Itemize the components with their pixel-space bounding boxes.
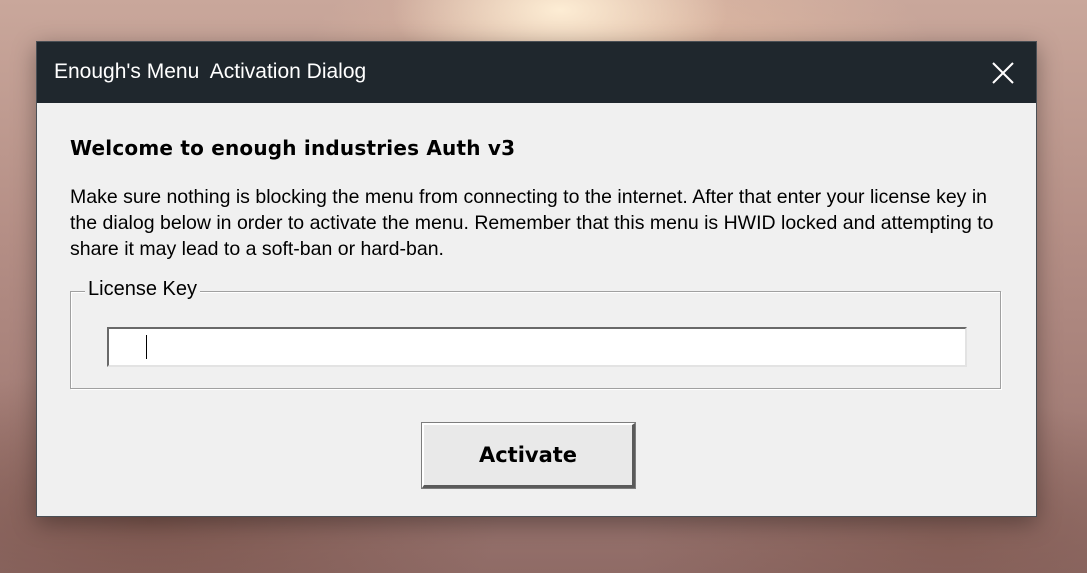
activation-dialog: Enough's Menu Activation Dialog Welcome … [36,41,1037,517]
instructions-text: Make sure nothing is blocking the menu f… [70,186,994,260]
license-key-input[interactable] [107,327,967,367]
dialog-title: Enough's Menu Activation Dialog [54,60,367,83]
license-key-label: License Key [85,278,200,301]
activate-button-label: Activate [478,443,578,467]
close-icon [992,61,1014,84]
text-caret [146,335,147,359]
welcome-heading: Welcome to enough industries Auth v3 [70,136,516,160]
close-button[interactable] [970,42,1036,103]
license-key-groupbox: License Key [70,278,1001,389]
dialog-titlebar[interactable]: Enough's Menu Activation Dialog [37,42,1036,103]
activate-button[interactable]: Activate [421,422,636,489]
